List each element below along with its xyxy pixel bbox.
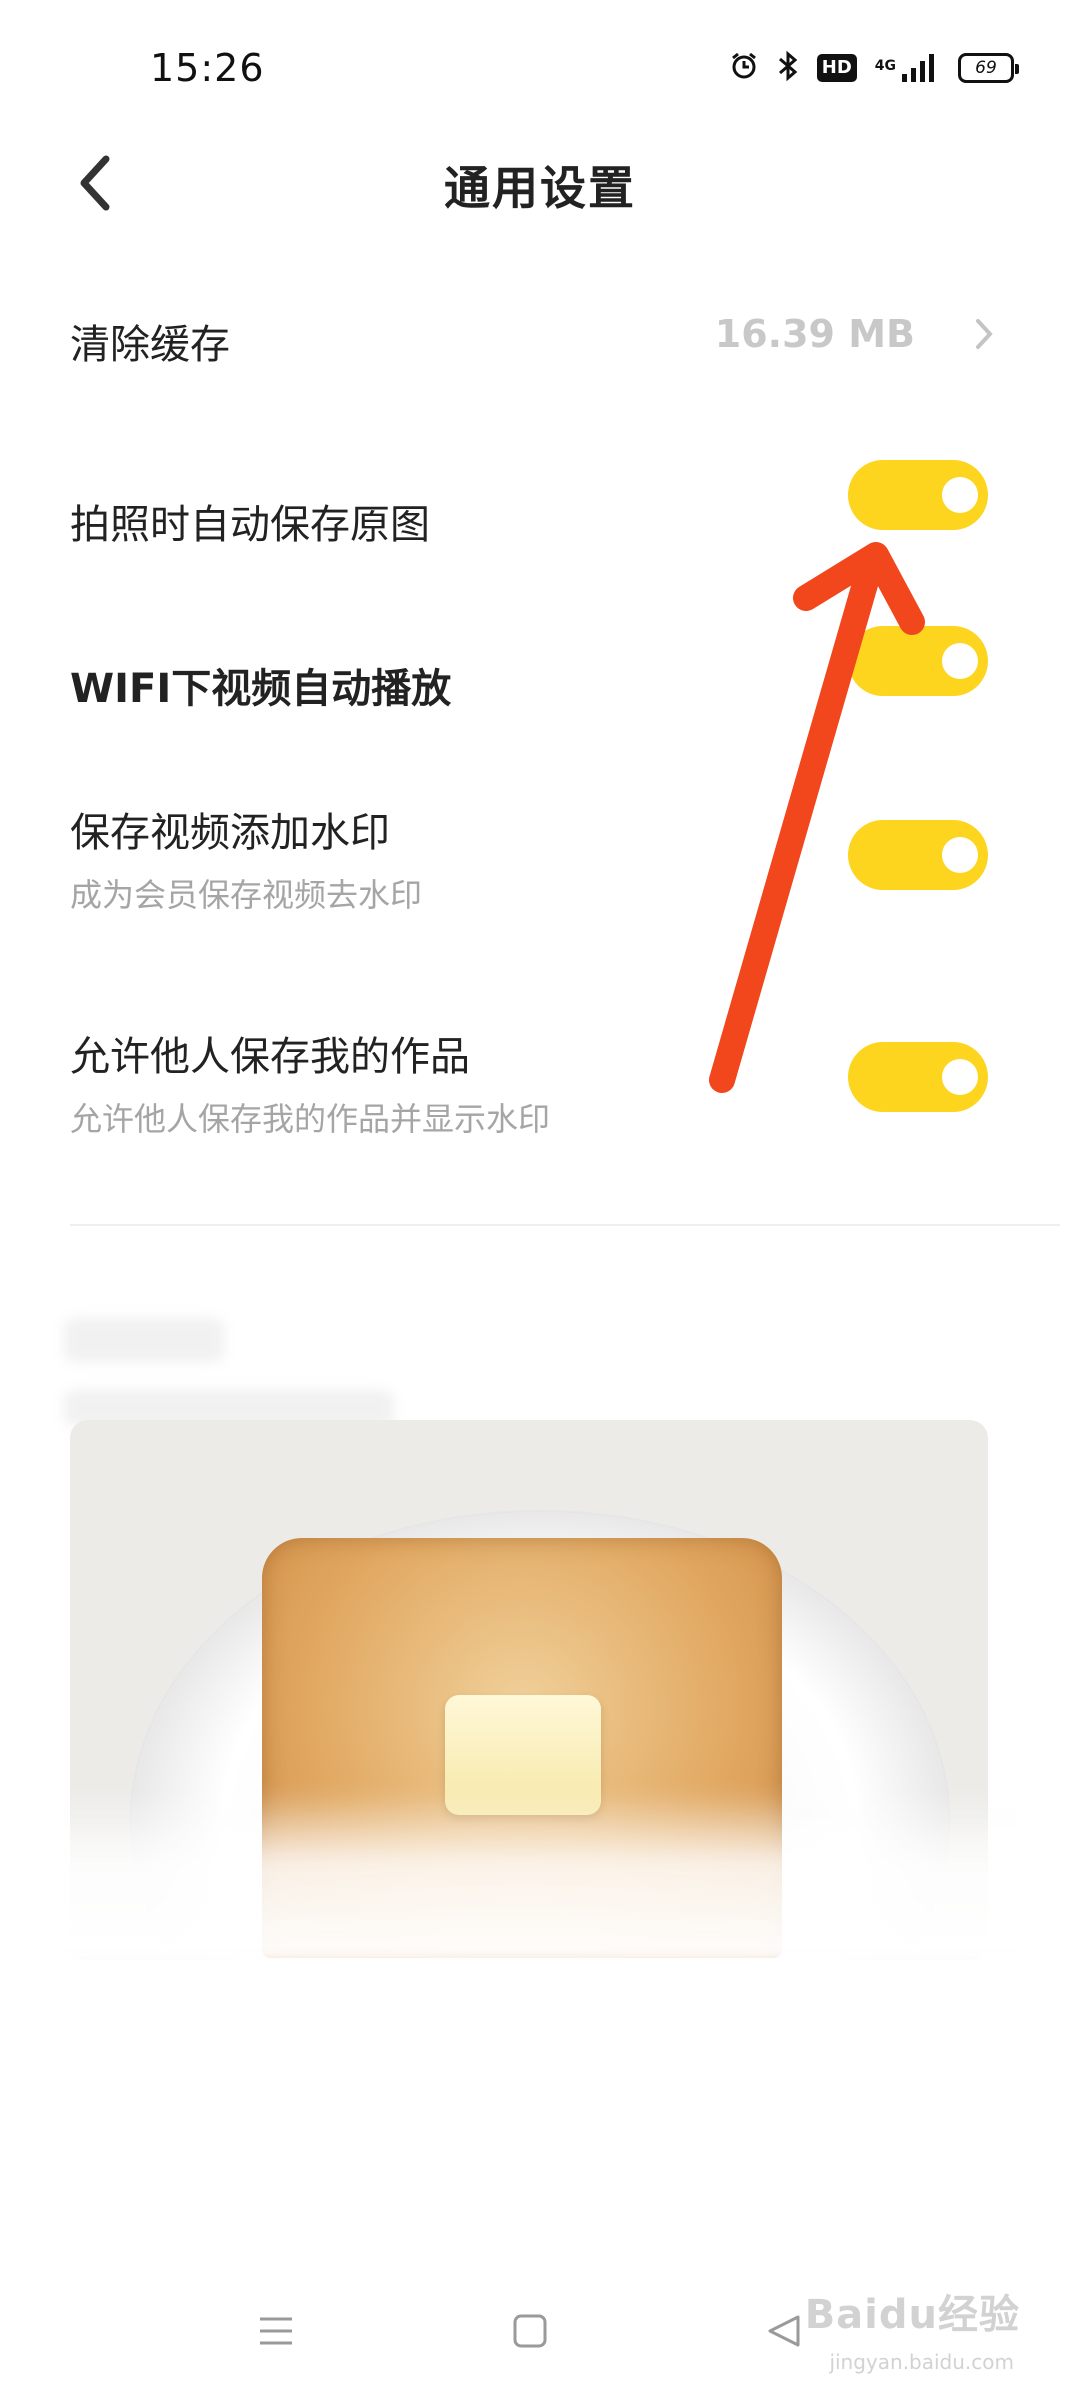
auto-save-original-row: 拍照时自动保存原图 bbox=[0, 440, 1080, 550]
menu-icon bbox=[260, 2317, 292, 2345]
hd-badge: HD bbox=[816, 54, 857, 82]
auto-save-original-toggle[interactable] bbox=[848, 460, 988, 530]
status-time: 15:26 bbox=[150, 46, 265, 90]
header: 通用设置 bbox=[0, 130, 1080, 240]
wifi-autoplay-label: WIFI下视频自动播放 bbox=[70, 666, 452, 712]
save-video-watermark-label: 保存视频添加水印 bbox=[70, 810, 390, 856]
wifi-autoplay-row: WIFI下视频自动播放 bbox=[0, 604, 1080, 714]
toggle-knob bbox=[942, 477, 978, 513]
battery-icon: 69 bbox=[958, 53, 1019, 83]
save-video-watermark-toggle[interactable] bbox=[848, 820, 988, 890]
toggle-knob bbox=[942, 1059, 978, 1095]
clear-cache-row[interactable]: 清除缓存 16.39 MB bbox=[0, 280, 1080, 390]
network-label: 4G bbox=[874, 58, 896, 74]
divider bbox=[70, 1224, 1060, 1226]
cache-size-value: 16.39 MB bbox=[714, 312, 915, 356]
alarm-icon bbox=[729, 51, 759, 85]
toggle-knob bbox=[942, 837, 978, 873]
triangle-left-icon bbox=[768, 2315, 800, 2347]
auto-save-original-label: 拍照时自动保存原图 bbox=[70, 502, 430, 548]
settings-page: 15:26 HD 4G 69 通用设置 清除缓存 16.39 MB 拍照时自动保… bbox=[0, 0, 1080, 2400]
save-video-watermark-sub: 成为会员保存视频去水印 bbox=[70, 876, 423, 914]
allow-others-save-label: 允许他人保存我的作品 bbox=[70, 1034, 470, 1080]
home-button[interactable] bbox=[490, 2296, 570, 2366]
page-title: 通用设置 bbox=[444, 161, 636, 215]
toggle-knob bbox=[942, 643, 978, 679]
watermark-url: jingyan.baidu.com bbox=[829, 2350, 1014, 2374]
signal-icon: 4G bbox=[875, 52, 940, 84]
chevron-right-icon bbox=[964, 314, 1004, 354]
watermark-logo: Baidu经验 bbox=[804, 2292, 1020, 2338]
blurred-text bbox=[64, 1318, 224, 1362]
clear-cache-label: 清除缓存 bbox=[70, 322, 230, 368]
square-icon bbox=[513, 2314, 547, 2348]
allow-others-save-toggle[interactable] bbox=[848, 1042, 988, 1112]
status-icons: HD 4G 69 bbox=[729, 48, 1019, 88]
status-bar: 15:26 HD 4G 69 bbox=[0, 0, 1080, 130]
battery-level: 69 bbox=[975, 58, 997, 78]
menu-button[interactable] bbox=[236, 2296, 316, 2366]
bluetooth-icon bbox=[777, 50, 799, 86]
wifi-autoplay-toggle[interactable] bbox=[848, 626, 988, 696]
allow-others-save-row: 允许他人保存我的作品 允许他人保存我的作品并显示水印 bbox=[0, 1014, 1080, 1154]
save-video-watermark-row: 保存视频添加水印 成为会员保存视频去水印 bbox=[0, 790, 1080, 930]
blurred-overlay bbox=[40, 1790, 1040, 1970]
allow-others-save-sub: 允许他人保存我的作品并显示水印 bbox=[70, 1100, 551, 1138]
